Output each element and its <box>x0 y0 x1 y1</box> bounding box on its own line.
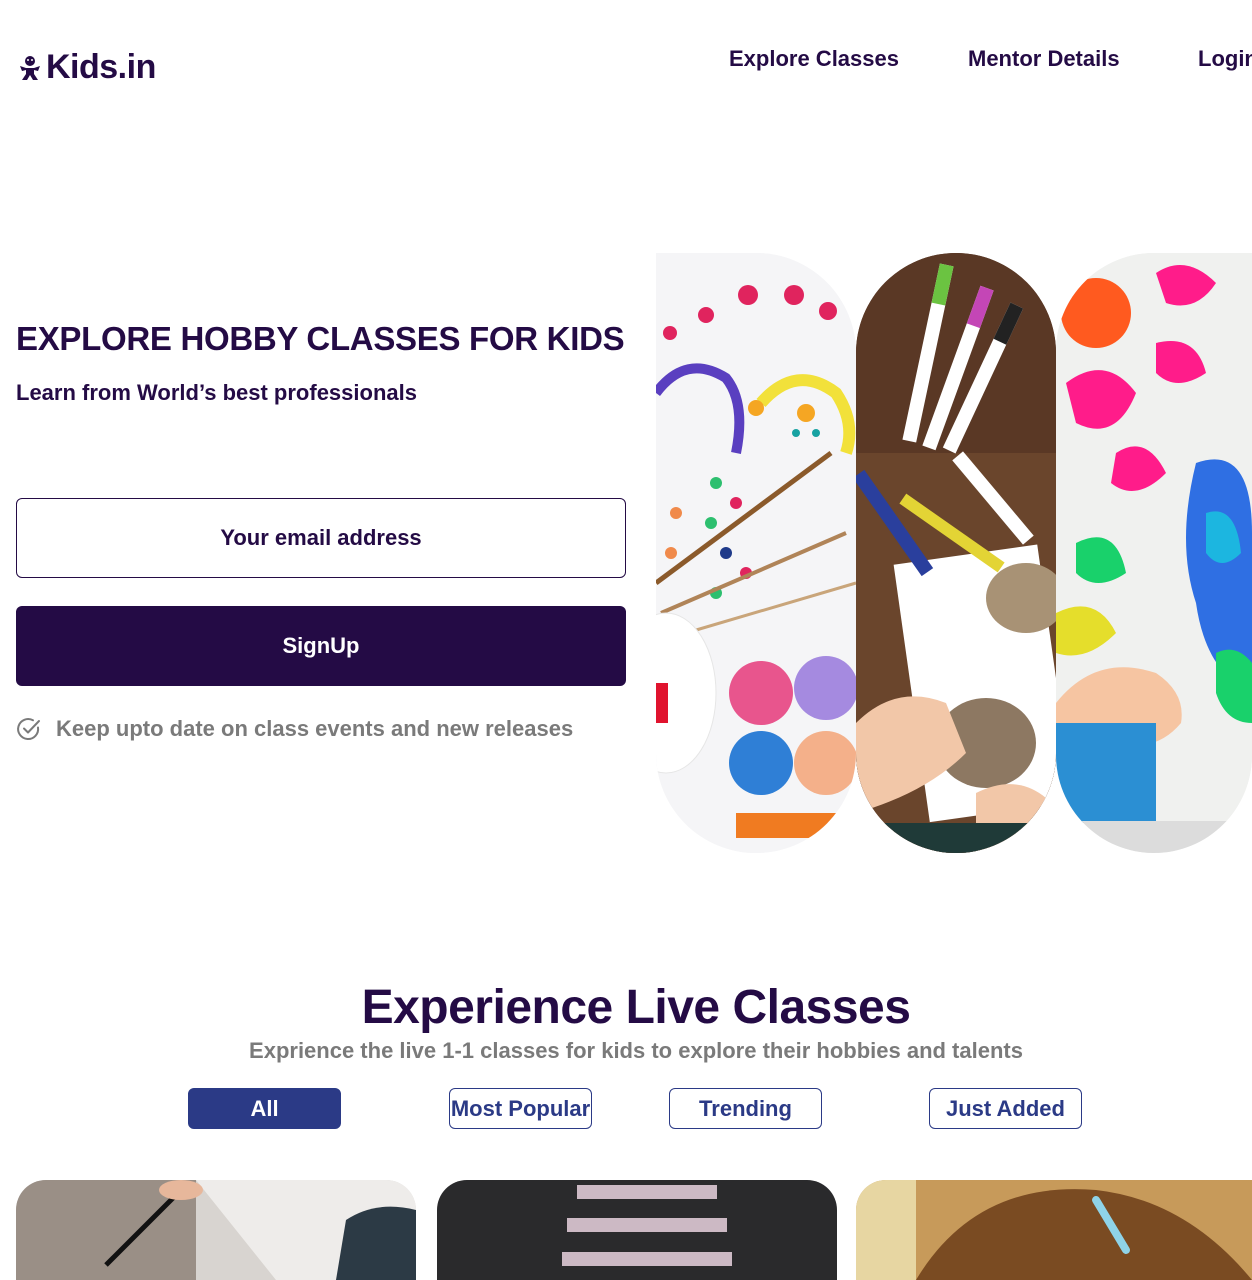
hero-image-markers <box>856 253 1056 853</box>
hero-image-paint-drawing <box>656 253 856 853</box>
brand-name: Kids.in <box>46 48 156 86</box>
section-subtitle: Exprience the live 1-1 classes for kids … <box>249 1038 1023 1063</box>
class-card-image <box>16 1180 416 1280</box>
brand-logo[interactable]: Kids.in <box>18 48 156 87</box>
hero-subtitle: Learn from World’s best professionals <box>16 380 417 405</box>
nav-mentor-details[interactable]: Mentor Details <box>968 46 1120 72</box>
signup-button[interactable]: SignUp <box>16 606 626 686</box>
section-title: Experience Live Classes <box>361 981 911 1034</box>
hero-title: EXPLORE HOBBY CLASSES FOR KIDS <box>16 320 625 357</box>
keep-updated-text: Keep upto date on class events and new r… <box>56 716 574 741</box>
class-card-stripes[interactable] <box>437 1180 837 1280</box>
nav-explore-classes[interactable]: Explore Classes <box>729 46 899 72</box>
check-circle-icon[interactable] <box>16 716 42 742</box>
tab-most-popular[interactable]: Most Popular <box>449 1088 592 1129</box>
hero-image-finger-paint <box>1056 253 1252 853</box>
class-card-image <box>856 1180 1252 1280</box>
class-card-calligraphy[interactable] <box>16 1180 416 1280</box>
nav-login[interactable]: Login <box>1198 46 1252 72</box>
class-card-image <box>437 1180 837 1280</box>
keep-updated-row: Keep upto date on class events and new r… <box>16 716 573 742</box>
tab-just-added[interactable]: Just Added <box>929 1088 1082 1129</box>
email-input[interactable] <box>16 498 626 578</box>
kid-logo-icon <box>20 55 40 80</box>
tab-all[interactable]: All <box>188 1088 341 1129</box>
tab-trending[interactable]: Trending <box>669 1088 822 1129</box>
class-card-girl[interactable] <box>856 1180 1252 1280</box>
